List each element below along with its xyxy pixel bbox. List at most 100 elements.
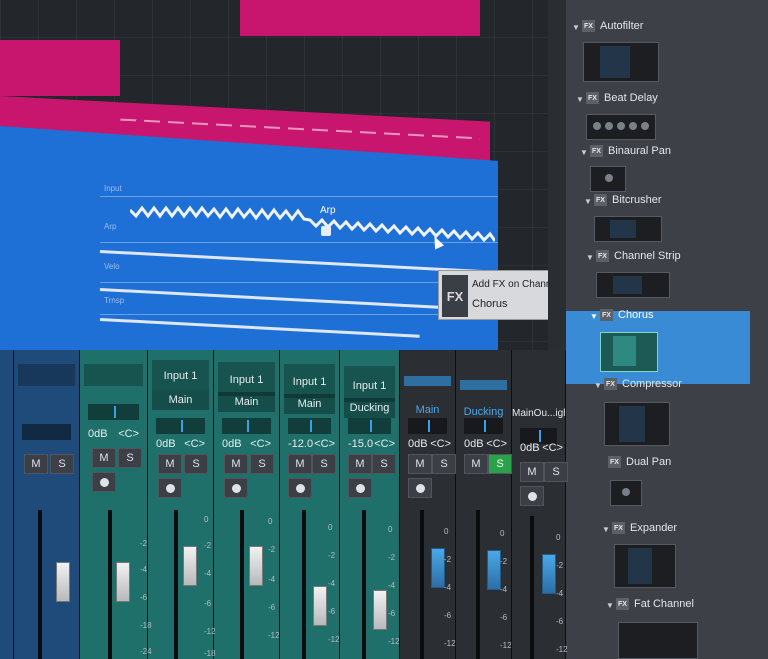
expand-triangle-icon[interactable]: ▼	[590, 312, 598, 321]
channel-strip[interactable]: M S	[14, 350, 80, 659]
solo-button[interactable]: S	[312, 454, 336, 474]
volume-value[interactable]: 0dB	[408, 438, 428, 450]
volume-fader[interactable]	[249, 546, 263, 586]
pan-value[interactable]: <C>	[486, 438, 507, 450]
chorus-thumbnail[interactable]	[600, 332, 658, 372]
pan-value[interactable]: <C>	[374, 438, 395, 450]
pink-clip-left[interactable]	[0, 40, 120, 96]
main-out-strip[interactable]: MainOu...ight 0dB <C> M S	[512, 350, 568, 659]
monitor-button[interactable]	[408, 478, 432, 498]
channel-output-label[interactable]: Main	[284, 394, 335, 414]
pan-value[interactable]: <C>	[430, 438, 451, 450]
selected-browser-row[interactable]	[566, 311, 750, 384]
mute-button[interactable]: M	[224, 454, 248, 474]
fader-track[interactable]	[38, 510, 42, 659]
solo-button[interactable]: S	[544, 462, 568, 482]
expand-triangle-icon[interactable]: ▼	[580, 148, 588, 157]
expand-triangle-icon[interactable]: ▼	[602, 525, 610, 534]
pan-value[interactable]: <C>	[118, 428, 139, 440]
fader-track[interactable]	[530, 516, 534, 659]
fx-icon: FX	[596, 250, 609, 262]
solo-button[interactable]: S	[50, 454, 74, 474]
solo-button[interactable]: S	[250, 454, 274, 474]
record-button[interactable]	[92, 472, 116, 492]
channel-strip[interactable]: 0dB <C> M S	[80, 350, 148, 659]
fader-track[interactable]	[362, 510, 366, 659]
pink-clip-top[interactable]	[240, 0, 480, 36]
expand-triangle-icon[interactable]: ▼	[576, 95, 584, 104]
volume-value[interactable]: 0dB	[156, 438, 176, 450]
expand-triangle-icon[interactable]: ▼	[572, 23, 580, 32]
volume-fader[interactable]	[183, 546, 197, 586]
compressor-thumbnail[interactable]	[604, 402, 670, 446]
pan-value[interactable]: <C>	[314, 438, 335, 450]
volume-value[interactable]: 0dB	[464, 438, 484, 450]
solo-button[interactable]: S	[118, 448, 142, 468]
record-button[interactable]	[348, 478, 372, 498]
channel-strip-thumbnail[interactable]	[596, 272, 670, 298]
record-button[interactable]	[288, 478, 312, 498]
record-button[interactable]	[224, 478, 248, 498]
autofilter-thumbnail[interactable]	[583, 42, 659, 82]
expander-thumbnail[interactable]	[614, 544, 676, 588]
pan-value[interactable]: <C>	[184, 438, 205, 450]
blue-instrument-clip[interactable]	[0, 126, 498, 372]
volume-value[interactable]: -12.0	[288, 438, 313, 450]
automation-node[interactable]	[321, 226, 331, 236]
fader-track[interactable]	[174, 510, 178, 659]
volume-value[interactable]: -15.0	[348, 438, 373, 450]
beat-delay-thumbnail[interactable]	[586, 114, 656, 140]
volume-value[interactable]: 0dB	[520, 442, 540, 454]
binaural-pan-thumbnail[interactable]	[590, 166, 626, 192]
mute-button[interactable]: M	[288, 454, 312, 474]
volume-value[interactable]: 0dB	[222, 438, 242, 450]
volume-fader[interactable]	[313, 586, 327, 626]
volume-fader[interactable]	[116, 562, 130, 602]
mute-button[interactable]: M	[520, 462, 544, 482]
channel-strip[interactable]: Input 1 Main 0dB <C> M S	[148, 350, 214, 659]
volume-fader[interactable]	[56, 562, 70, 602]
solo-button[interactable]: S	[488, 454, 512, 474]
pan-value[interactable]: <C>	[542, 442, 563, 454]
mute-button[interactable]: M	[92, 448, 116, 468]
pan-value[interactable]: <C>	[250, 438, 271, 450]
bus-name[interactable]: Ducking	[456, 406, 511, 418]
expand-triangle-icon[interactable]: ▼	[594, 381, 602, 390]
mute-button[interactable]: M	[464, 454, 488, 474]
dual-pan-thumbnail[interactable]	[610, 480, 642, 506]
mute-button[interactable]: M	[24, 454, 48, 474]
fader-track[interactable]	[240, 510, 244, 659]
scale-mark: -18	[204, 649, 216, 658]
channel-strip[interactable]	[0, 350, 14, 659]
metronome-button[interactable]	[520, 486, 544, 506]
volume-fader[interactable]	[542, 554, 556, 594]
channel-input-label: Input 1	[163, 370, 198, 382]
mute-button[interactable]: M	[408, 454, 432, 474]
channel-input-label: Input 1	[229, 374, 264, 386]
record-button[interactable]	[158, 478, 182, 498]
fader-track[interactable]	[108, 510, 112, 659]
expand-triangle-icon[interactable]: ▼	[584, 197, 592, 206]
solo-button[interactable]: S	[184, 454, 208, 474]
channel-output-label[interactable]: Main	[152, 390, 209, 410]
channel-output-label[interactable]: Main	[218, 392, 275, 412]
volume-value[interactable]: 0dB	[88, 428, 108, 440]
expand-triangle-icon[interactable]: ▼	[586, 253, 594, 262]
fader-track[interactable]	[476, 510, 480, 659]
main-out-name[interactable]: MainOu...ight	[512, 408, 565, 419]
volume-fader[interactable]	[431, 548, 445, 588]
solo-button[interactable]: S	[372, 454, 396, 474]
volume-fader[interactable]	[487, 550, 501, 590]
fader-track[interactable]	[302, 510, 306, 659]
channel-strip[interactable]: Input 1 Main 0dB <C> M S	[214, 350, 280, 659]
mute-button[interactable]: M	[158, 454, 182, 474]
solo-button[interactable]: S	[432, 454, 456, 474]
volume-fader[interactable]	[373, 590, 387, 630]
bitcrusher-thumbnail[interactable]	[594, 216, 662, 242]
fader-track[interactable]	[420, 510, 424, 659]
channel-output-label[interactable]: Ducking	[344, 398, 395, 418]
bus-name[interactable]: Main	[400, 404, 455, 416]
fat-channel-thumbnail[interactable]	[618, 622, 698, 659]
expand-triangle-icon[interactable]: ▼	[606, 601, 614, 610]
mute-button[interactable]: M	[348, 454, 372, 474]
